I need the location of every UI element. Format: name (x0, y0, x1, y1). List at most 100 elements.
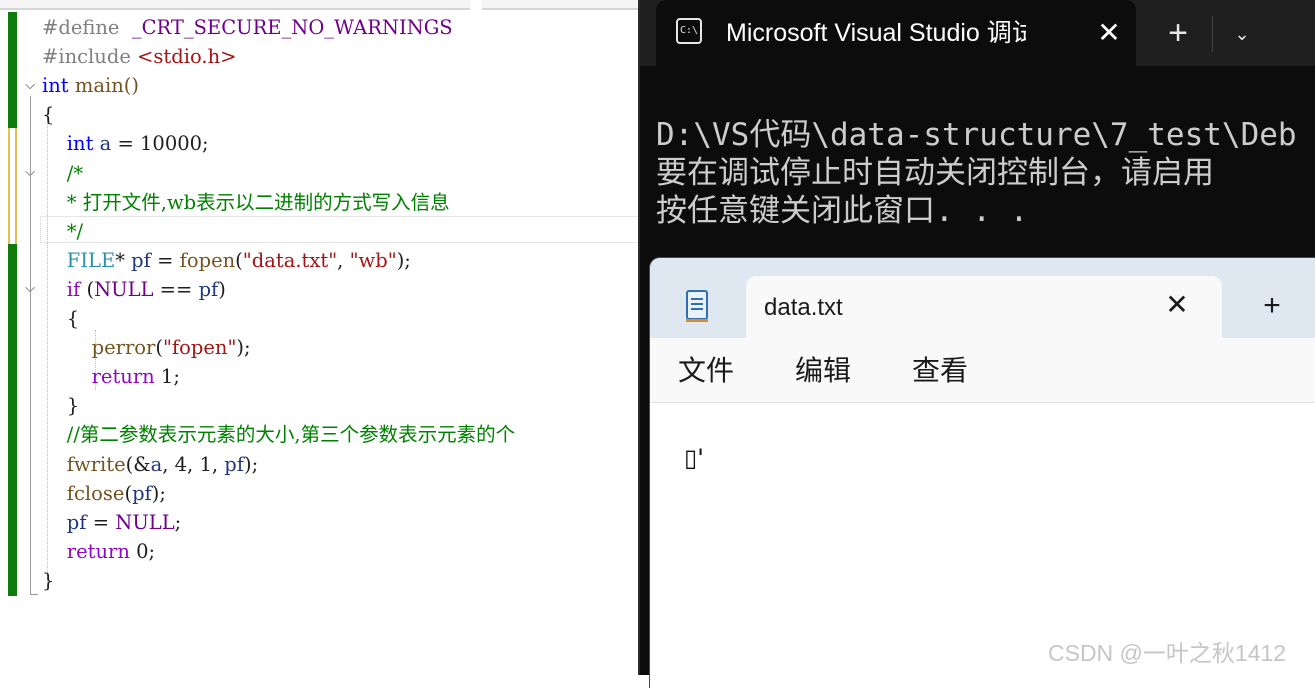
code-token: { (42, 103, 55, 126)
console-tab[interactable]: C:\ Microsoft Visual Studio 调试控制台 ✕ (656, 0, 1136, 66)
code-token: "fopen" (162, 336, 237, 359)
menu-edit[interactable]: 编辑 (795, 354, 851, 388)
code-token: ) (218, 278, 226, 301)
code-line[interactable]: //第二参数表示元素的大小,第三个参数表示元素的个 (42, 420, 515, 449)
watermark: CSDN @一叶之秋1412 (1048, 640, 1287, 666)
notepad-icon (686, 290, 708, 322)
menu-view[interactable]: 查看 (912, 354, 968, 388)
editor-tab-left[interactable] (0, 0, 470, 10)
code-line[interactable]: pf = NULL; (42, 508, 181, 537)
code-token: pf (132, 482, 152, 505)
code-line[interactable]: return 0; (42, 537, 155, 566)
code-token: * (115, 249, 132, 272)
close-icon[interactable]: ✕ (1160, 288, 1194, 322)
code-line[interactable]: { (42, 100, 54, 129)
code-token: perror (91, 336, 156, 359)
notepad-tab-bar: data.txt ✕ + (650, 258, 1315, 338)
code-line[interactable]: if (NULL == pf) (42, 275, 226, 304)
code-editor[interactable]: ⌵ ⌵ ⌵ #define _CRT_SECURE_NO_WARNINGS #in… (0, 0, 640, 675)
change-bar-saved (8, 244, 17, 596)
code-token: a (150, 453, 163, 476)
code-line[interactable]: perror("fopen"); (42, 333, 251, 362)
console-output-line: D:\VS代码\data-structure\7_test\Deb (656, 117, 1297, 153)
new-tab-button[interactable]: + (1158, 14, 1198, 54)
code-token: int (66, 132, 94, 155)
code-token: ( (80, 278, 95, 301)
close-icon[interactable]: ✕ (1092, 16, 1126, 50)
notepad-tab[interactable]: data.txt ✕ (746, 276, 1222, 338)
code-line[interactable]: return 1; (42, 362, 180, 391)
code-line[interactable]: #include <stdio.h> (42, 42, 236, 71)
code-line[interactable]: * 打开文件,wb表示以二进制的方式写入信息 (42, 188, 450, 217)
code-token: * 打开文件,wb表示以二进制的方式写入信息 (66, 191, 450, 214)
editor-tab-strip (0, 0, 640, 10)
code-token: FILE (66, 249, 116, 272)
code-token: <stdio.h> (137, 45, 237, 68)
code-token: */ (66, 220, 84, 243)
code-token: = (150, 249, 180, 272)
code-token: ( (235, 249, 243, 272)
code-token: ); (243, 453, 259, 476)
code-line[interactable]: */ (42, 217, 83, 246)
code-token: return (91, 365, 155, 388)
change-bar-unsaved (8, 128, 17, 244)
code-line[interactable]: int main() (42, 71, 139, 100)
code-token: 1; (154, 365, 180, 388)
code-token: ( (155, 336, 163, 359)
code-token: { (42, 307, 80, 330)
console-tab-bar: C:\ Microsoft Visual Studio 调试控制台 ✕ + ⌄ (640, 0, 1315, 66)
code-line[interactable]: } (42, 391, 79, 420)
outline-end (30, 594, 38, 595)
code-line[interactable]: FILE* pf = fopen("data.txt", "wb"); (42, 246, 411, 275)
code-token: pf (66, 511, 87, 534)
code-line[interactable]: fwrite(&a, 4, 1, pf); (42, 450, 258, 479)
menu-file[interactable]: 文件 (678, 354, 734, 388)
code-token: fopen (179, 249, 236, 272)
code-token: int (42, 74, 69, 97)
fold-chevron-down-icon[interactable]: ⌵ (22, 78, 38, 94)
code-token: #include (42, 45, 138, 68)
notepad-window[interactable]: data.txt ✕ + 文件 编辑 查看 ▯' (650, 258, 1315, 688)
code-token: ); (151, 482, 166, 505)
code-token: "data.txt" (242, 249, 338, 272)
code-token: return (66, 540, 130, 563)
code-token: = 10000; (111, 132, 209, 155)
code-token: /* (66, 162, 84, 185)
code-line[interactable]: { (42, 304, 79, 333)
code-token: ); (396, 249, 411, 272)
console-output-line: 按任意键关闭此窗口. . . (656, 193, 1029, 229)
notepad-tab-title: data.txt (764, 294, 843, 321)
code-token: ( (124, 482, 133, 505)
code-token: } (42, 569, 55, 592)
code-line[interactable]: int a = 10000; (42, 129, 209, 158)
console-output-line: 要在调试停止时自动关闭控制台，请启用 (656, 155, 1214, 191)
code-token: 0; (129, 540, 156, 563)
code-token: ); (236, 336, 251, 359)
file-content-text: ▯' (684, 444, 704, 472)
code-token: NULL (115, 511, 175, 534)
chevron-down-icon[interactable]: ⌄ (1222, 14, 1262, 54)
code-token: ; (174, 511, 182, 534)
code-line[interactable]: fclose(pf); (42, 479, 166, 508)
editor-tab-right[interactable] (482, 0, 640, 10)
code-token: NULL (94, 278, 154, 301)
code-line[interactable]: /* (42, 159, 83, 188)
code-line[interactable]: #define _CRT_SECURE_NO_WARNINGS (42, 13, 453, 42)
outline-line (30, 96, 31, 594)
code-token: (& (125, 453, 151, 476)
code-line[interactable]: } (42, 566, 54, 595)
new-tab-button[interactable]: + (1254, 288, 1290, 324)
code-token: pf (224, 453, 244, 476)
code-token: , 4, 1, (162, 453, 225, 476)
